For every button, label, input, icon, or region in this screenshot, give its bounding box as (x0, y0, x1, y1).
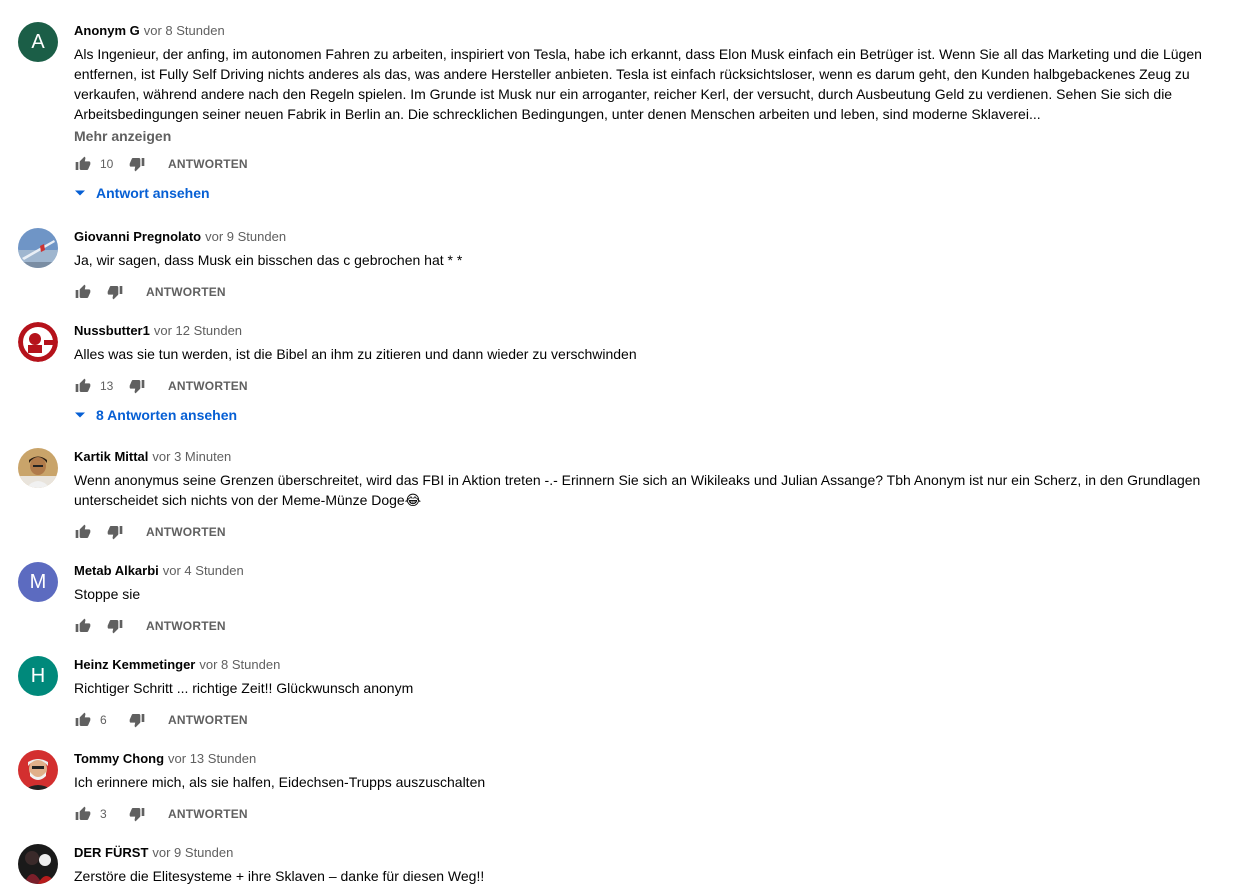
comment-author[interactable]: Nussbutter1 (74, 323, 150, 338)
dislike-icon[interactable] (106, 523, 124, 541)
dislike-icon[interactable] (128, 711, 146, 729)
dislike-icon[interactable] (106, 283, 124, 301)
comment-author[interactable]: Tommy Chong (74, 751, 164, 766)
comment-author[interactable]: DER FÜRST (74, 845, 148, 860)
kfc-logo-avatar[interactable] (18, 322, 58, 362)
avatar[interactable]: A (18, 22, 58, 62)
comment-time[interactable]: vor 9 Stunden (152, 845, 233, 860)
comment-list: A Anonym G vor 8 Stunden Als Ingenieur, d… (0, 0, 1248, 893)
comment-author[interactable]: Giovanni Pregnolato (74, 229, 201, 244)
like-icon[interactable] (74, 805, 92, 823)
dark-figure-avatar[interactable] (18, 844, 58, 884)
like-count: 10 (100, 157, 114, 171)
view-replies-label: 8 Antworten ansehen (96, 407, 238, 423)
photo-sky-avatar[interactable] (18, 228, 58, 268)
avatar[interactable]: H (18, 656, 58, 696)
like-icon[interactable] (74, 523, 92, 541)
reply-button[interactable]: ANTWORTEN (146, 525, 226, 539)
like-icon[interactable] (74, 377, 92, 395)
comment-text: Stoppe sie (74, 586, 141, 602)
reply-button[interactable]: ANTWORTEN (168, 157, 248, 171)
comment-text: Richtiger Schritt ... richtige Zeit!! Gl… (74, 680, 414, 696)
reply-button[interactable]: ANTWORTEN (168, 379, 248, 393)
reply-button[interactable]: ANTWORTEN (146, 285, 226, 299)
view-replies-label: Antwort ansehen (96, 185, 210, 201)
dislike-icon[interactable] (128, 377, 146, 395)
like-count: 13 (100, 379, 114, 393)
avatar[interactable]: M (18, 562, 58, 602)
comment-author[interactable]: Anonym G (74, 23, 140, 38)
dislike-icon[interactable] (128, 805, 146, 823)
like-icon[interactable] (74, 617, 92, 635)
comment-time[interactable]: vor 3 Minuten (152, 449, 231, 464)
comment-time[interactable]: vor 8 Stunden (144, 23, 225, 38)
dislike-icon[interactable] (128, 155, 146, 173)
comment-time[interactable]: vor 9 Stunden (205, 229, 286, 244)
like-count: 3 (100, 807, 107, 821)
comment-text: Ja, wir sagen, dass Musk ein bisschen da… (74, 252, 463, 268)
like-icon[interactable] (74, 155, 92, 173)
view-replies-button[interactable]: 8 Antworten ansehen (74, 404, 1230, 426)
comment-author[interactable]: Heinz Kemmetinger (74, 657, 195, 672)
reply-button[interactable]: ANTWORTEN (168, 713, 248, 727)
comment-text: Wenn anonymus seine Grenzen überschreite… (74, 472, 1201, 508)
comment-author[interactable]: Metab Alkarbi (74, 563, 159, 578)
avatar-letter: A (31, 30, 45, 53)
person-photo-avatar[interactable] (18, 448, 58, 488)
caret-down-icon (74, 187, 86, 199)
comment-text: Alles was sie tun werden, ist die Bibel … (74, 346, 637, 362)
comment-time[interactable]: vor 8 Stunden (199, 657, 280, 672)
view-replies-button[interactable]: Antwort ansehen (74, 182, 1230, 204)
person-red-bg-avatar[interactable] (18, 750, 58, 790)
comment-time[interactable]: vor 13 Stunden (168, 751, 256, 766)
caret-down-icon (74, 409, 86, 421)
show-more-link[interactable]: Mehr anzeigen (74, 126, 1230, 146)
like-icon[interactable] (74, 283, 92, 301)
comment-text: Als Ingenieur, der anfing, im autonomen … (74, 46, 1202, 122)
dislike-icon[interactable] (106, 617, 124, 635)
avatar-letter: M (29, 570, 47, 593)
reply-button[interactable]: ANTWORTEN (146, 619, 226, 633)
reply-button[interactable]: ANTWORTEN (168, 807, 248, 821)
comment-time[interactable]: vor 4 Stunden (163, 563, 244, 578)
comment-time[interactable]: vor 12 Stunden (154, 323, 242, 338)
comment-text: Zerstöre die Elitesysteme + ihre Sklaven… (74, 868, 485, 884)
comment-author[interactable]: Kartik Mittal (74, 449, 148, 464)
avatar-letter: H (30, 664, 46, 687)
like-count: 6 (100, 713, 107, 727)
like-icon[interactable] (74, 711, 92, 729)
comment-text: Ich erinnere mich, als sie halfen, Eidec… (74, 774, 486, 790)
